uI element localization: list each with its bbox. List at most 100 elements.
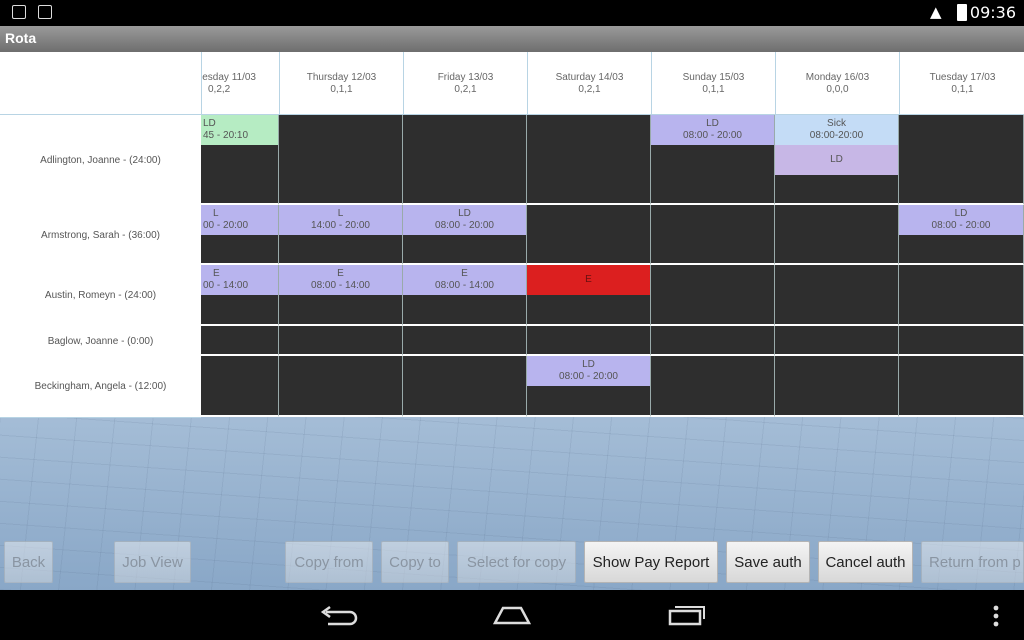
- show-pay-report-button[interactable]: Show Pay Report: [584, 541, 718, 583]
- wifi-icon: ▲: [930, 3, 942, 21]
- rota-cell[interactable]: Sick 08:00-20:00 LD: [775, 115, 899, 205]
- home-nav-icon[interactable]: [492, 603, 532, 627]
- shift-code: LD: [706, 118, 719, 129]
- day-header[interactable]: Monday 16/03 0,0,0: [775, 52, 899, 114]
- shift-block[interactable]: E: [527, 265, 650, 295]
- rota-cell[interactable]: [651, 326, 775, 356]
- rota-cell[interactable]: [403, 115, 527, 205]
- back-nav-icon[interactable]: [318, 604, 358, 626]
- rota-cell[interactable]: [651, 356, 775, 417]
- shift-code: E: [337, 268, 344, 279]
- select-for-copy-button[interactable]: Select for copy: [457, 541, 576, 583]
- rota-cell[interactable]: [201, 356, 279, 417]
- rota-cell[interactable]: [279, 326, 403, 356]
- copy-to-button[interactable]: Copy to: [381, 541, 449, 583]
- day-counts: 0,1,1: [702, 84, 725, 95]
- shift-time: 08:00 - 20:00: [435, 220, 494, 231]
- day-counts: 0,2,2: [208, 84, 231, 95]
- shift-time: 45 - 20:10: [203, 130, 249, 141]
- shift-block[interactable]: E 08:00 - 14:00: [279, 265, 402, 295]
- shift-code: LD: [582, 359, 595, 370]
- staff-name[interactable]: Armstrong, Sarah - (36:00): [0, 205, 201, 266]
- rota-cell[interactable]: [201, 326, 279, 356]
- rota-cell[interactable]: [279, 115, 403, 205]
- shift-time: 08:00 - 20:00: [931, 220, 991, 231]
- status-bar: ▲ 09:36: [0, 0, 1024, 26]
- save-auth-button[interactable]: Save auth: [726, 541, 810, 583]
- shift-block[interactable]: LD: [775, 145, 898, 175]
- day-header[interactable]: Friday 13/03 0,2,1: [403, 52, 527, 114]
- shift-block[interactable]: Sick 08:00-20:00: [775, 115, 898, 145]
- battery-icon: [957, 4, 967, 21]
- rota-cell[interactable]: E 08:00 - 14:00: [279, 265, 403, 326]
- shift-time: 00 - 20:00: [203, 220, 249, 231]
- shift-time: 08:00 - 20:00: [683, 130, 742, 141]
- recents-nav-icon[interactable]: [666, 603, 706, 627]
- shift-block[interactable]: LD 08:00 - 20:00: [651, 115, 774, 145]
- rota-cell[interactable]: [775, 326, 899, 356]
- shift-code: Sick: [827, 118, 846, 129]
- rota-cell[interactable]: [651, 265, 775, 326]
- shift-time: 14:00 - 20:00: [311, 220, 370, 231]
- shift-block[interactable]: LD 08:00 - 20:00: [403, 205, 526, 235]
- rota-cell[interactable]: [775, 205, 899, 265]
- return-from-button[interactable]: Return from p: [921, 541, 1024, 583]
- day-counts: 0,2,1: [454, 84, 477, 95]
- rota-cell[interactable]: [899, 265, 1024, 326]
- rota-cell[interactable]: LD 08:00 - 20:00: [899, 205, 1024, 265]
- rota-cell[interactable]: [775, 265, 899, 326]
- shift-block[interactable]: LD 08:00 - 20:00: [527, 356, 650, 386]
- staff-name[interactable]: Adlington, Joanne - (24:00): [0, 115, 201, 206]
- cancel-auth-button[interactable]: Cancel auth: [818, 541, 913, 583]
- rota-cell[interactable]: LD 08:00 - 20:00: [527, 356, 651, 417]
- shift-code: LD: [830, 154, 843, 165]
- day-name: Monday 16/03: [805, 72, 870, 83]
- rota-grid: esday 11/03 0,2,2 Thursday 12/03 0,1,1 F…: [0, 52, 1024, 418]
- day-header[interactable]: Thursday 12/03 0,1,1: [279, 52, 403, 114]
- shift-time: 08:00-20:00: [809, 130, 864, 141]
- rota-cell[interactable]: LD 08:00 - 20:00: [403, 205, 527, 265]
- rota-cell[interactable]: [403, 326, 527, 356]
- rota-cell[interactable]: [899, 356, 1024, 417]
- back-button[interactable]: Back: [4, 541, 53, 583]
- rota-cell[interactable]: LD 45 - 20:10: [201, 115, 279, 205]
- day-header[interactable]: Saturday 14/03 0,2,1: [527, 52, 651, 114]
- rota-cell[interactable]: [899, 326, 1024, 356]
- staff-name[interactable]: Beckingham, Angela - (12:00): [0, 356, 201, 418]
- system-nav-bar: [0, 590, 1024, 640]
- rota-cell[interactable]: [651, 205, 775, 265]
- rota-cell[interactable]: [403, 356, 527, 417]
- copy-from-button[interactable]: Copy from: [285, 541, 373, 583]
- day-header[interactable]: Sunday 15/03 0,1,1: [651, 52, 775, 114]
- staff-name[interactable]: Baglow, Joanne - (0:00): [0, 326, 201, 357]
- shift-block[interactable]: E 00 - 14:00: [201, 265, 278, 295]
- day-name: Tuesday 17/03: [929, 72, 996, 83]
- rota-cell[interactable]: [899, 115, 1024, 205]
- day-name: esday 11/03: [202, 72, 256, 83]
- shift-block[interactable]: L 00 - 20:00: [201, 205, 278, 235]
- rota-cell[interactable]: E 00 - 14:00: [201, 265, 279, 326]
- rota-cell[interactable]: [279, 356, 403, 417]
- rota-cell[interactable]: L 14:00 - 20:00: [279, 205, 403, 265]
- rota-cell[interactable]: [527, 115, 651, 205]
- staff-name[interactable]: Austin, Romeyn - (24:00): [0, 265, 201, 327]
- day-name: Friday 13/03: [437, 72, 494, 83]
- overflow-menu-icon[interactable]: [992, 604, 1000, 628]
- job-view-button[interactable]: Job View: [114, 541, 191, 583]
- day-header[interactable]: esday 11/03 0,2,2: [201, 52, 280, 114]
- rota-cell[interactable]: E 08:00 - 14:00: [403, 265, 527, 326]
- rota-cell[interactable]: [775, 356, 899, 417]
- shift-block[interactable]: L 14:00 - 20:00: [279, 205, 402, 235]
- rota-cell[interactable]: [527, 205, 651, 265]
- rota-cell[interactable]: L 00 - 20:00: [201, 205, 279, 265]
- rota-cell[interactable]: LD 08:00 - 20:00: [651, 115, 775, 205]
- rota-content: esday 11/03 0,2,2 Thursday 12/03 0,1,1 F…: [0, 52, 1024, 590]
- rota-cell[interactable]: [527, 326, 651, 356]
- shift-time: 08:00 - 14:00: [435, 280, 494, 291]
- shift-block[interactable]: LD 08:00 - 20:00: [899, 205, 1023, 235]
- shift-block[interactable]: E 08:00 - 14:00: [403, 265, 526, 295]
- rota-cell[interactable]: E: [527, 265, 651, 326]
- day-header[interactable]: Tuesday 17/03 0,1,1: [899, 52, 1024, 114]
- shift-code: L: [213, 208, 219, 219]
- shift-block[interactable]: LD 45 - 20:10: [201, 115, 278, 145]
